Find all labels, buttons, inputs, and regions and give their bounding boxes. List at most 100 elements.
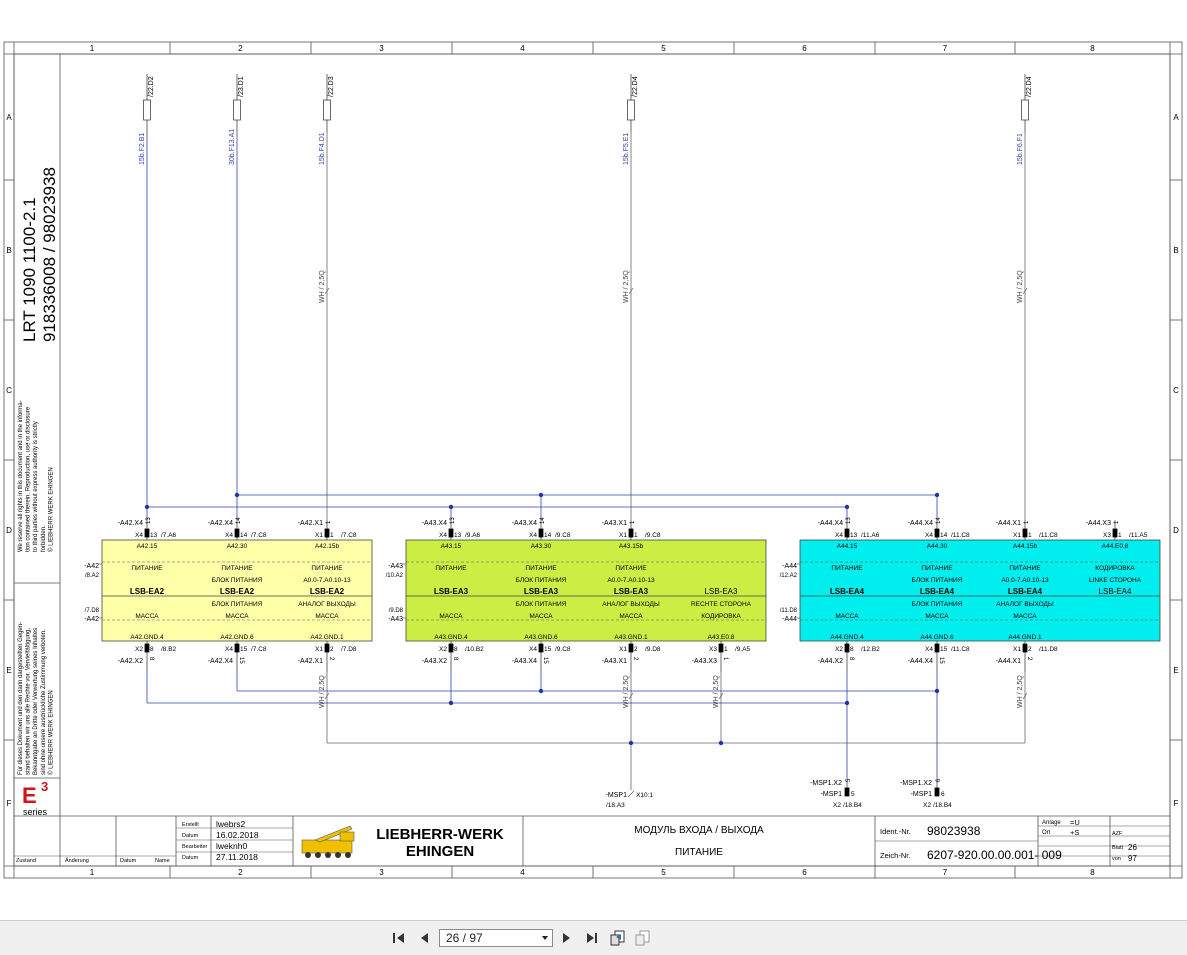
module-text: A0.0-7.A0.10-13 — [303, 577, 351, 584]
previous-page-button[interactable] — [415, 929, 433, 947]
pin-contact — [144, 528, 150, 538]
module-prefix: -A43 — [388, 616, 403, 623]
pin-connector: X4 — [135, 532, 143, 539]
pin-contact — [144, 643, 150, 653]
pin-ref: /11.C8 — [951, 646, 970, 653]
module-text: МАССА — [619, 613, 643, 620]
titleblock-value: 16.02.2018 — [216, 830, 259, 840]
module-name: LSB-EA4 — [830, 587, 865, 596]
pin-number: 13 — [150, 532, 158, 539]
pin-connector: X1 — [1013, 532, 1021, 539]
msp-connector: X2 — [923, 802, 931, 809]
page-selector[interactable]: 26 / 97 — [439, 929, 553, 947]
next-page-button[interactable] — [558, 929, 576, 947]
outer-frame — [3, 41, 1183, 879]
pin-signal: A44.GND.6 — [920, 634, 954, 641]
module-text: МАССА — [835, 613, 859, 620]
column-label-top: 8 — [1090, 44, 1095, 53]
junction-dot — [718, 740, 724, 746]
msp-pin: 5 — [851, 791, 855, 798]
module-ref: /11.D8 — [780, 608, 798, 614]
fuse-wire-label: 15b.F6.F1 — [1017, 133, 1024, 165]
fuse-wire-label: 15b.F5.E1 — [623, 133, 630, 165]
drawing-description: МОДУЛЬ ВХОДА / ВЫХОДА — [634, 825, 764, 836]
last-page-button[interactable] — [583, 929, 601, 947]
ident-number: 98023938 — [927, 824, 981, 838]
pin-contact — [1022, 643, 1028, 653]
row-label-right: F — [1174, 799, 1179, 808]
drawing-subdescription: ПИТАНИЕ — [675, 847, 723, 858]
pin-tag: -A44.X4 — [818, 520, 843, 527]
column-label-bottom: 1 — [90, 868, 95, 877]
dual-page-button[interactable] — [634, 929, 652, 947]
pin-number: 2 — [1028, 646, 1032, 653]
pin-ref: /9.A6 — [465, 532, 481, 539]
pin-connector: X1 — [1013, 646, 1021, 653]
crane-wheel — [335, 852, 341, 858]
notice-en-line: © LIEBHERR WERK EHINGEN — [47, 467, 54, 552]
pin-number: 14 — [540, 517, 546, 524]
pin-signal: A43.15b — [619, 543, 644, 550]
fit-page-button[interactable] — [609, 929, 627, 947]
wire-size-label: WH / 2,5Q — [713, 675, 720, 708]
pin-number: 13 — [450, 517, 456, 524]
module-ref: /9.D8 — [389, 608, 404, 614]
module-name: LSB-EA3 — [614, 587, 649, 596]
pin-signal: A44.15 — [837, 543, 858, 550]
fuse-ref: /22.D3 — [328, 76, 335, 97]
column-label-bottom: 6 — [802, 868, 807, 877]
sheet-number: 26 — [1128, 843, 1137, 852]
module-name: LSB-EA4 — [1008, 587, 1043, 596]
next-page-icon — [563, 933, 570, 943]
previous-page-icon — [421, 933, 428, 943]
pin-signal: A43.E0.8 — [708, 634, 735, 641]
notice-en-line: to third parties without express authori… — [33, 421, 39, 552]
pin-tag: -A42.X2 — [118, 658, 143, 665]
wire-size-label: WH / 2,5Q — [623, 270, 630, 303]
row-label-left: A — [6, 113, 12, 122]
module-text: ПИТАНИЕ — [221, 565, 253, 572]
column-label-bottom: 7 — [943, 868, 948, 877]
pin-contact — [718, 643, 724, 653]
pin-signal: A44.15b — [1013, 543, 1038, 550]
first-page-button[interactable] — [390, 929, 408, 947]
column-label-bottom: 5 — [661, 868, 666, 877]
last-page-icon — [587, 933, 597, 943]
pin-ref: /7.C8 — [251, 532, 267, 539]
pin-contact — [934, 528, 940, 538]
msp-tag: -MSP1.X2 — [900, 780, 932, 787]
fuse-symbol — [233, 99, 241, 121]
von-label: von — [1112, 856, 1121, 862]
wire-size-label: WH / 2,5Q — [319, 270, 326, 303]
pin-tag: -A43.X3 — [692, 658, 717, 665]
pin-tag: -A44.X2 — [818, 658, 843, 665]
pin-connector: X3 — [1103, 532, 1111, 539]
module-text: МАССА — [225, 613, 249, 620]
column-label-top: 1 — [90, 44, 95, 53]
module-name: LSB-EA3 — [524, 587, 559, 596]
notice-de-line: Bekanntgabe an Dritte oder Verwertung se… — [33, 628, 39, 775]
module-text: ПИТАНИЕ — [831, 565, 863, 572]
titleblock-key: Bearbeiter — [182, 844, 208, 850]
msp-ref: /18.B4 — [933, 802, 952, 809]
pin-number: 8 — [452, 657, 458, 661]
row-label-left: E — [6, 666, 11, 675]
pin-tag: -A44.X3 — [1086, 520, 1111, 527]
row-label-right: E — [1173, 666, 1178, 675]
msp-pin: 6 — [941, 791, 945, 798]
pin-contact — [448, 528, 454, 538]
column-label-top: 4 — [520, 44, 525, 53]
module-name: LSB-EA2 — [220, 587, 255, 596]
module-text: МАССА — [315, 613, 339, 620]
pin-ref: /8.B2 — [161, 646, 177, 653]
fuse-symbol — [627, 99, 635, 121]
pin-signal: A44.E0.8 — [1102, 543, 1129, 550]
module-text: МАССА — [1013, 613, 1037, 620]
pin-signal: A42.GND.4 — [130, 634, 164, 641]
fuse-ref: /22.D4 — [632, 76, 639, 97]
pin-signal: A42.GND.6 — [220, 634, 254, 641]
msp-connector: X2 — [833, 802, 841, 809]
pin-connector: X4 — [225, 532, 233, 539]
pin-number: 13 — [850, 532, 858, 539]
pin-ref: /11.C8 — [1039, 532, 1058, 539]
